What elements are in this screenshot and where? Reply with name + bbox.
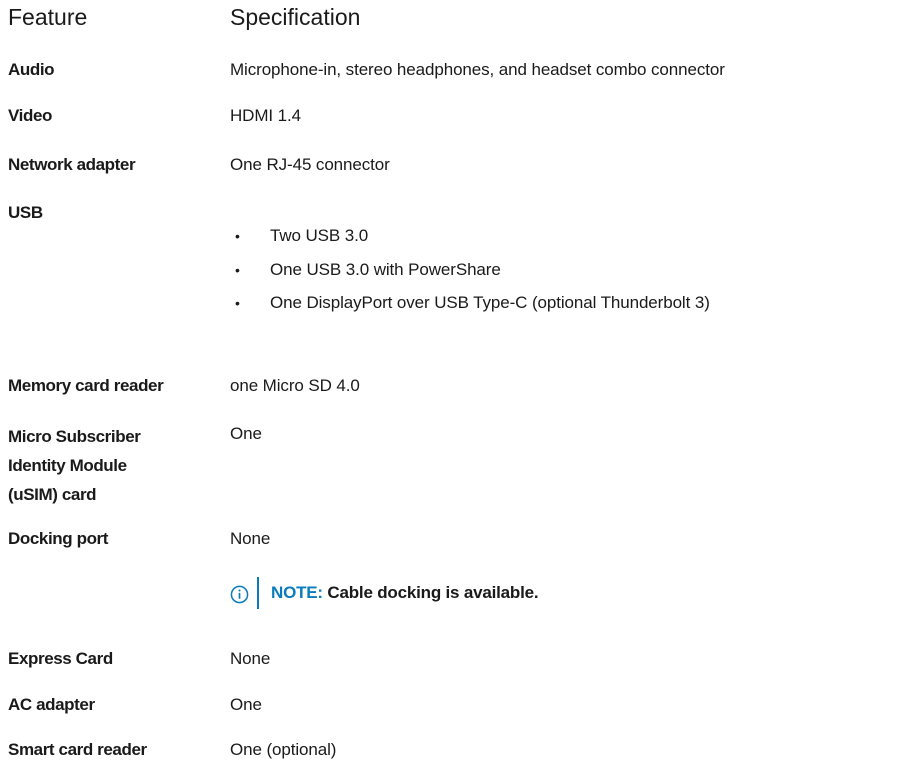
feature-label: Network adapter <box>8 155 136 174</box>
feature-column-header: Feature <box>8 4 88 30</box>
spec-value: One (optional) <box>230 740 337 759</box>
feature-label-line: Identity Module <box>8 456 127 475</box>
spec-value: None <box>230 529 271 548</box>
specification-column-header: Specification <box>230 4 361 30</box>
note-callout: NOTE: Cable docking is available. <box>230 577 830 611</box>
list-item: • One DisplayPort over USB Type-C (option… <box>230 291 890 325</box>
spec-value: One <box>230 695 262 714</box>
note-divider <box>257 577 259 609</box>
feature-label: AC adapter <box>8 695 95 714</box>
spec-value: one Micro SD 4.0 <box>230 376 360 395</box>
spec-value: Microphone-in, stereo headphones, and he… <box>230 60 725 79</box>
table-header: Feature Specification <box>0 4 901 38</box>
feature-label: Micro Subscriber Identity Module (uSIM) … <box>8 422 203 509</box>
feature-label: Video <box>8 106 52 125</box>
feature-label: Smart card reader <box>8 740 147 759</box>
list-item-text: Two USB 3.0 <box>270 226 369 245</box>
spec-value: None <box>230 649 271 668</box>
note-text: NOTE: Cable docking is available. <box>271 581 539 605</box>
feature-label: USB <box>8 203 43 222</box>
feature-label-line: (uSIM) card <box>8 485 97 504</box>
spec-value: One <box>230 424 262 443</box>
list-item-text: One DisplayPort over USB Type-C (optiona… <box>270 293 710 312</box>
feature-label-line: Micro Subscriber <box>8 427 141 446</box>
feature-label: Memory card reader <box>8 376 164 395</box>
note-body: Cable docking is available. <box>322 583 539 602</box>
spec-value: One RJ-45 connector <box>230 155 390 174</box>
info-icon <box>230 585 249 604</box>
note-label: NOTE: <box>271 583 323 602</box>
spec-value: HDMI 1.4 <box>230 106 301 125</box>
bullet-icon: • <box>235 228 240 244</box>
bullet-icon: • <box>235 295 240 311</box>
bullet-icon: • <box>235 261 240 278</box>
list-item: • Two USB 3.0 <box>230 224 890 258</box>
feature-label: Docking port <box>8 529 109 548</box>
list-item: • One USB 3.0 with PowerShare <box>230 258 890 292</box>
list-item-text: One USB 3.0 with PowerShare <box>270 259 501 279</box>
feature-label: Audio <box>8 60 55 79</box>
feature-label: Express Card <box>8 649 113 668</box>
